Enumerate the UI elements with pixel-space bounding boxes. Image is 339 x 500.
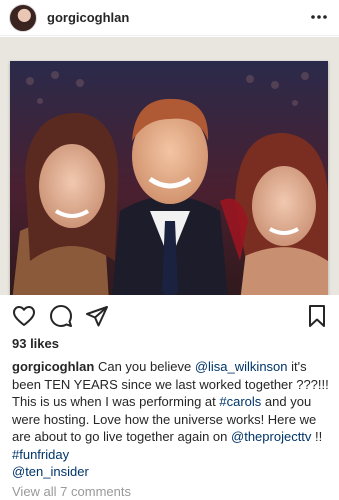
mention-link[interactable]: @lisa_wilkinson: [195, 359, 288, 374]
hashtag-link[interactable]: #carols: [219, 394, 261, 409]
mention-link[interactable]: @ten_insider: [12, 464, 89, 479]
avatar[interactable]: [9, 4, 37, 32]
action-bar: [0, 304, 339, 330]
post-photo[interactable]: [0, 37, 339, 295]
photo-print: [10, 61, 328, 295]
mention-link[interactable]: @theprojecttv: [231, 429, 311, 444]
caption-username[interactable]: gorgicoghlan: [12, 359, 94, 374]
bookmark-icon[interactable]: [305, 304, 329, 328]
heart-icon[interactable]: [12, 304, 36, 328]
hashtag-link[interactable]: #funfriday: [12, 447, 69, 462]
post-header: gorgicoghlan: [0, 0, 339, 36]
comment-icon[interactable]: [49, 304, 73, 328]
caption-text: !!: [315, 429, 323, 444]
photo-illustration: [10, 61, 328, 295]
post-username[interactable]: gorgicoghlan: [47, 10, 129, 25]
paper-plane-icon[interactable]: [85, 304, 109, 328]
likes-count[interactable]: 93 likes: [12, 336, 59, 351]
more-horizontal-icon[interactable]: [309, 8, 329, 26]
view-comments-link[interactable]: View all 7 comments: [12, 484, 131, 499]
caption-text: Can you believe: [97, 359, 192, 374]
post-caption: gorgicoghlan Can you believe @lisa_wilki…: [12, 358, 330, 481]
